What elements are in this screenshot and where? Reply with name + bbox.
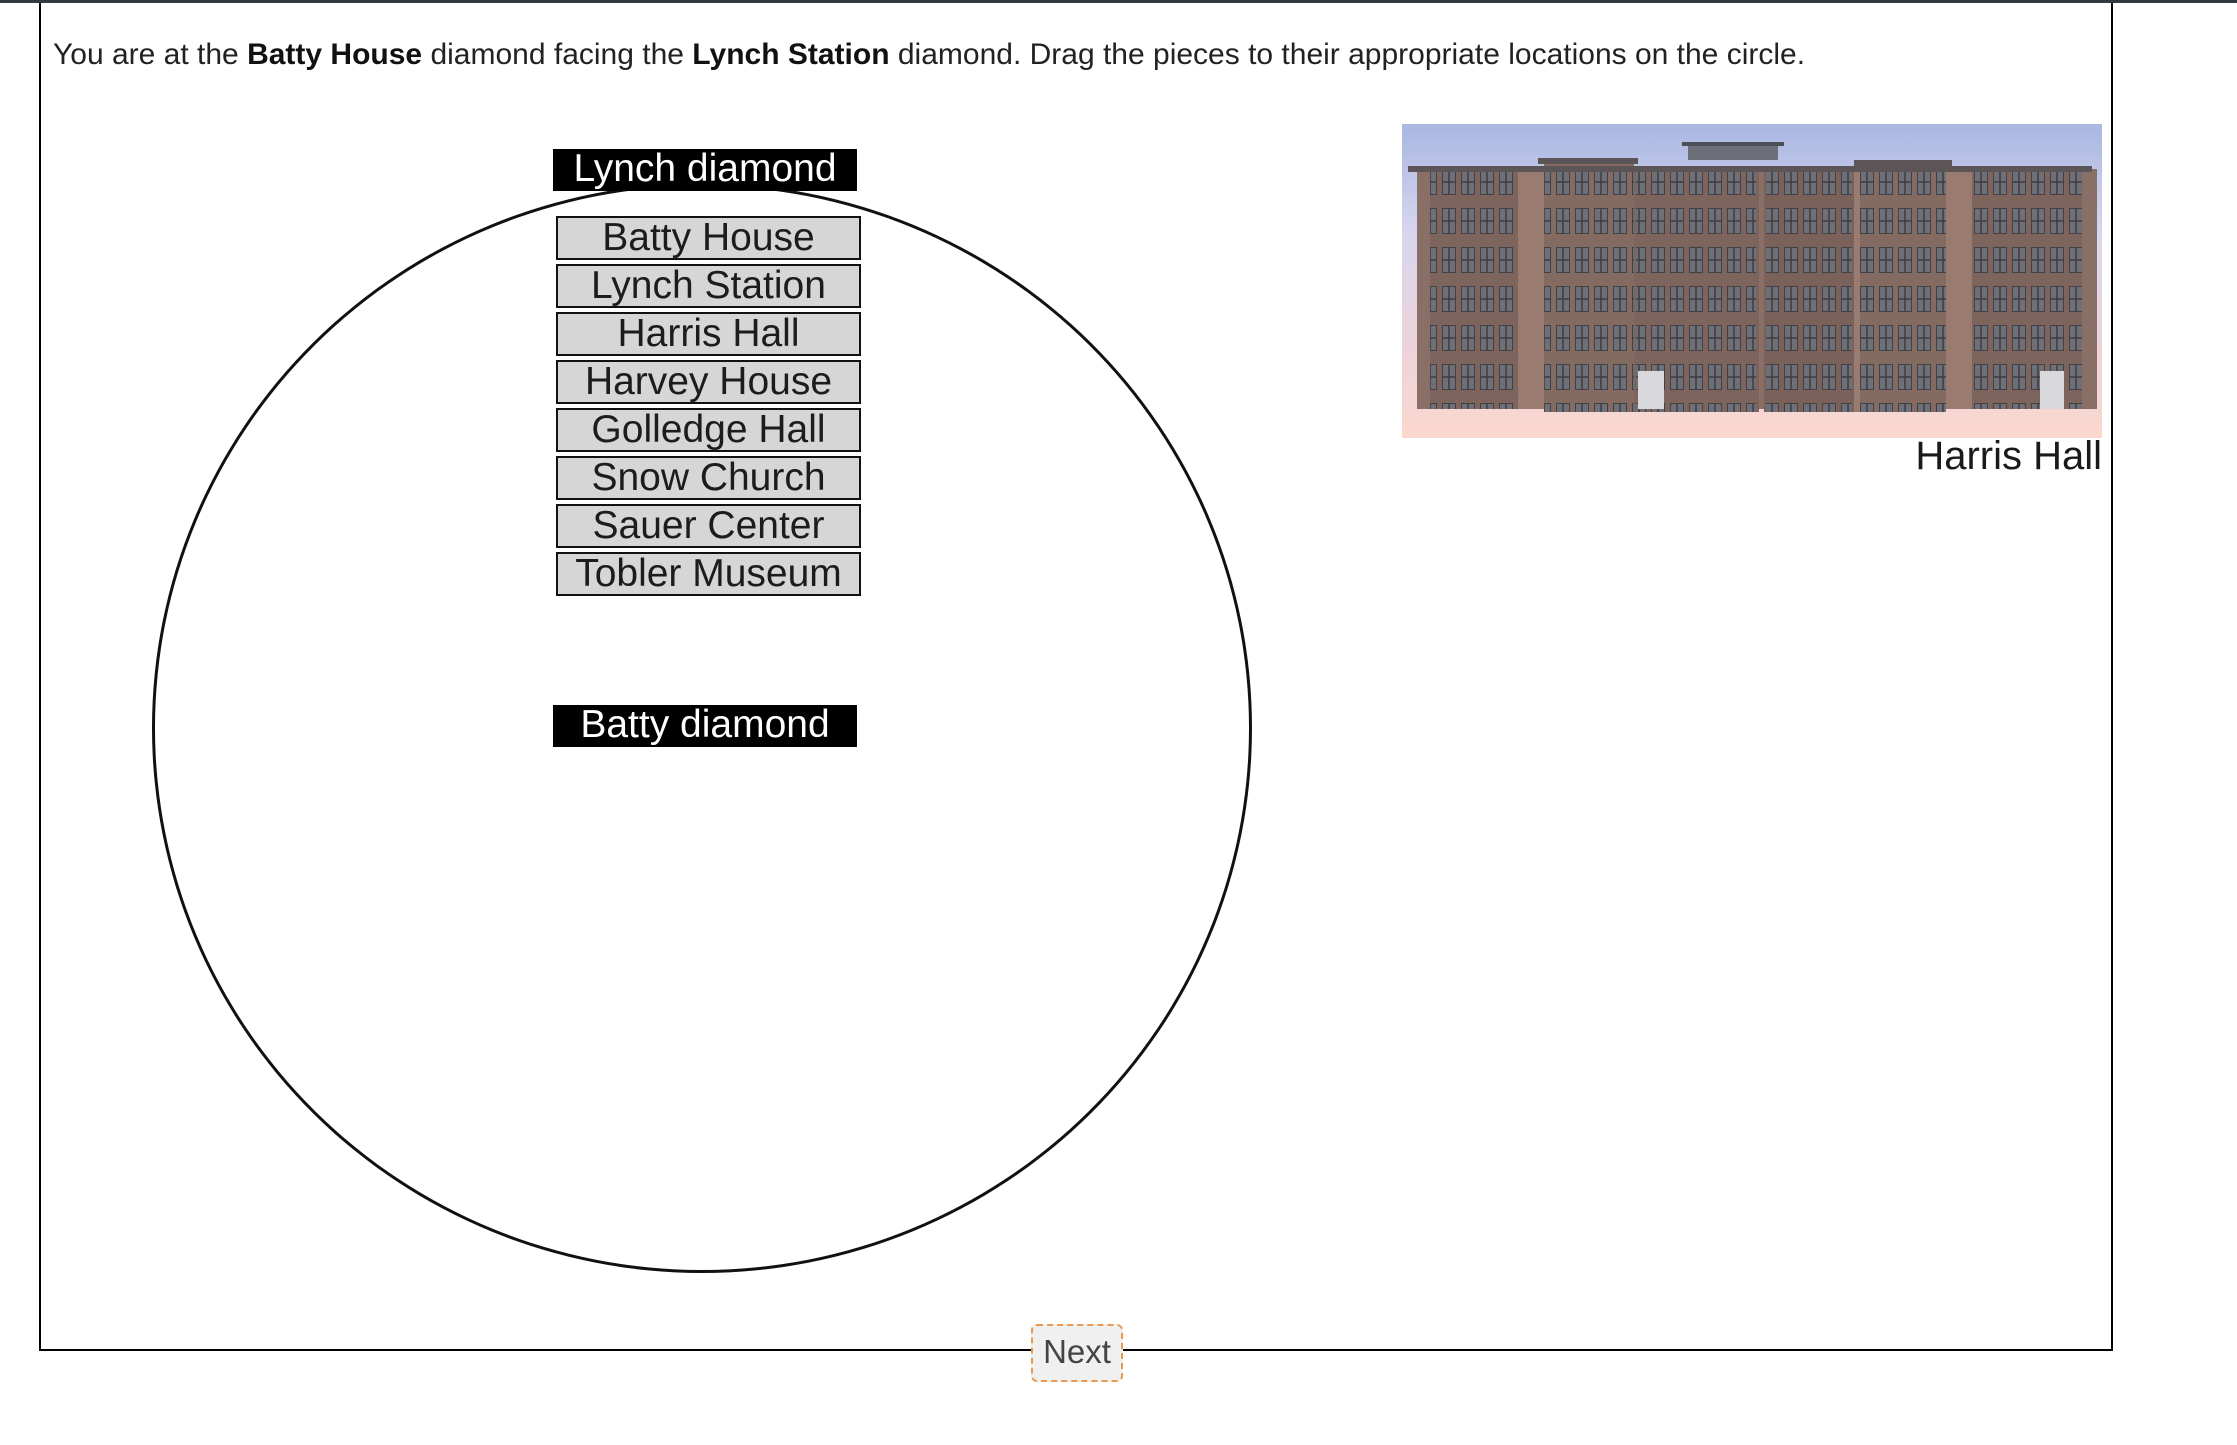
piece-batty-house[interactable]: Batty House bbox=[556, 216, 861, 260]
building-photo bbox=[1402, 124, 2102, 438]
to-location: Lynch Station bbox=[692, 38, 890, 71]
piece-sauer-center[interactable]: Sauer Center bbox=[556, 504, 861, 548]
batty-diamond-label: Batty diamond bbox=[553, 705, 857, 747]
piece-harvey-house[interactable]: Harvey House bbox=[556, 360, 861, 404]
lynch-diamond-label: Lynch diamond bbox=[553, 149, 857, 191]
draggable-pieces: Batty House Lynch Station Harris Hall Ha… bbox=[556, 216, 861, 600]
next-button[interactable]: Next bbox=[1031, 1324, 1123, 1382]
piece-golledge-hall[interactable]: Golledge Hall bbox=[556, 408, 861, 452]
piece-harris-hall[interactable]: Harris Hall bbox=[556, 312, 861, 356]
photo-caption: Harris Hall bbox=[1915, 434, 2102, 478]
piece-tobler-museum[interactable]: Tobler Museum bbox=[556, 552, 861, 596]
piece-lynch-station[interactable]: Lynch Station bbox=[556, 264, 861, 308]
piece-snow-church[interactable]: Snow Church bbox=[556, 456, 861, 500]
instructions: You are at the Batty House diamond facin… bbox=[53, 38, 1806, 71]
from-location: Batty House bbox=[247, 38, 423, 71]
